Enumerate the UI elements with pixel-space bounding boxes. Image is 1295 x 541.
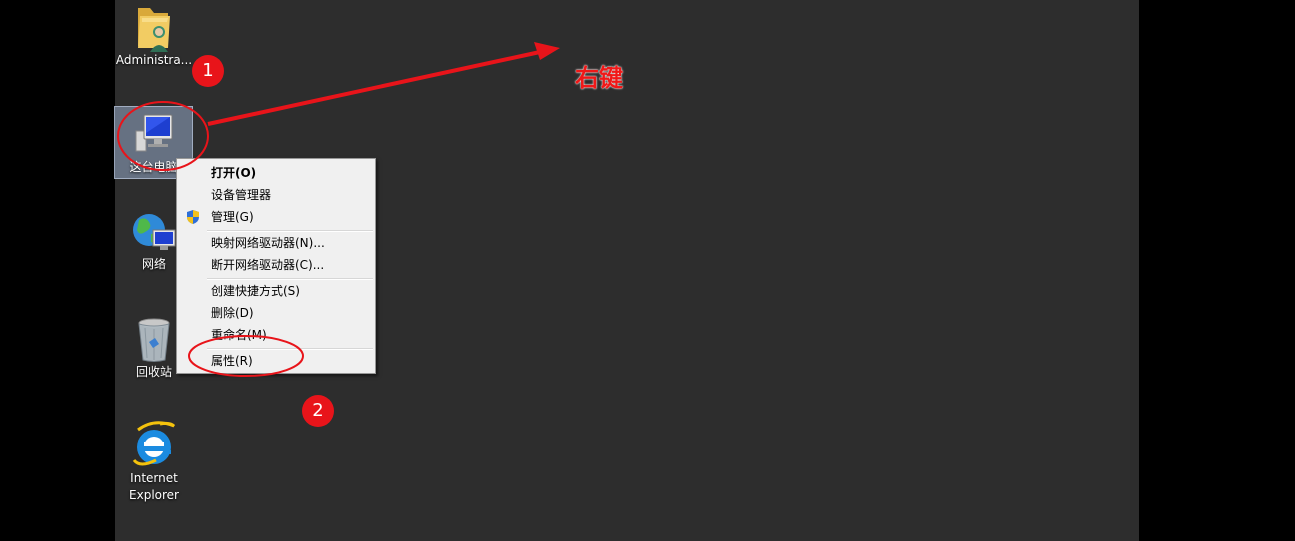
desktop-icon-label: Administra... (115, 53, 193, 67)
menu-item-delete[interactable]: 删除(D) (179, 303, 373, 323)
screenshot-stage: Administra... 这台电脑 网络 回收站 Internet Explo… (0, 0, 1295, 541)
user-folder-icon (138, 8, 170, 52)
menu-item-label: 管理(G) (211, 210, 254, 224)
internet-explorer-icon (132, 421, 176, 466)
step-badge-2: 2 (302, 395, 334, 427)
uac-shield-icon (187, 210, 199, 224)
menu-item-create-shortcut[interactable]: 创建快捷方式(S) (179, 281, 373, 301)
right-click-label: 右键 (575, 63, 623, 92)
menu-item-disconnect-network-drive[interactable]: 断开网络驱动器(C)... (179, 255, 373, 275)
menu-separator (207, 348, 373, 350)
menu-item-map-network-drive[interactable]: 映射网络驱动器(N)... (179, 233, 373, 253)
recycle-bin-icon (138, 318, 170, 362)
context-menu: 打开(O) 设备管理器 管理(G) 映射网络驱动器(N)... 断开网络驱动器(… (176, 158, 376, 374)
menu-item-open[interactable]: 打开(O) (179, 163, 373, 183)
menu-item-rename[interactable]: 重命名(M) (179, 325, 373, 345)
computer-icon (135, 114, 172, 152)
network-icon (133, 214, 176, 250)
desktop-icon-internet-explorer[interactable]: Internet Explorer (115, 420, 193, 510)
menu-item-device-manager[interactable]: 设备管理器 (179, 185, 373, 205)
menu-separator (207, 278, 373, 280)
desktop-icon-administrator[interactable]: Administra... (115, 4, 193, 74)
menu-item-manage[interactable]: 管理(G) (179, 207, 373, 227)
step-badge-1: 1 (192, 55, 224, 87)
desktop-icon-label: Internet Explorer (129, 471, 179, 502)
menu-separator (207, 230, 373, 232)
menu-item-properties[interactable]: 属性(R) (179, 351, 373, 371)
